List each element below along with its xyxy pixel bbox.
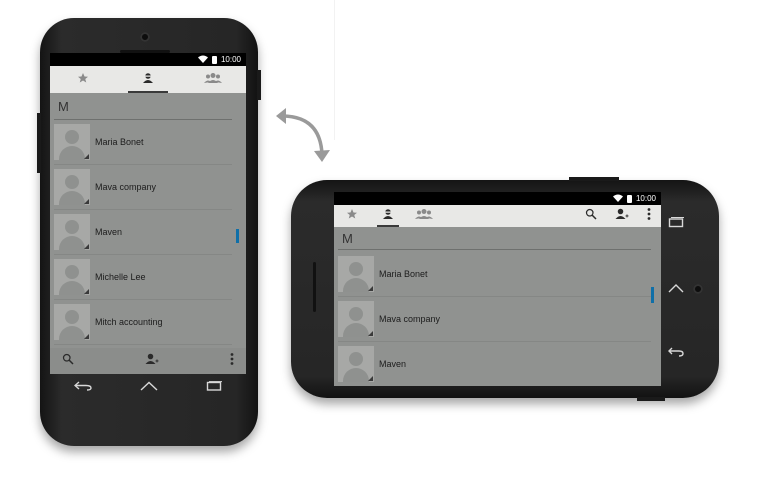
- front-camera: [693, 284, 703, 294]
- earpiece: [313, 262, 316, 312]
- rotate-arrow-icon: [276, 108, 330, 162]
- home-icon[interactable]: [140, 378, 158, 396]
- contact-list: Maria Bonet Mava company Maven: [334, 252, 661, 386]
- tab-contacts[interactable]: [370, 205, 406, 227]
- navigation-bar-landscape: [661, 192, 691, 386]
- avatar: [338, 256, 374, 292]
- group-icon: [204, 71, 223, 89]
- section-divider: [338, 249, 651, 250]
- avatar: [338, 346, 374, 382]
- section-header: M: [334, 227, 661, 249]
- list-item[interactable]: Maven: [54, 210, 232, 255]
- tab-favorites[interactable]: [50, 66, 115, 93]
- person-icon: [142, 71, 154, 89]
- tab-groups[interactable]: [181, 66, 246, 93]
- contact-name: Maria Bonet: [379, 269, 428, 279]
- tab-groups[interactable]: [406, 205, 442, 227]
- tab-favorites[interactable]: [334, 205, 370, 227]
- section-header: M: [50, 93, 246, 119]
- phone-landscape: 10:00 M Maria Bonet Mava company Maven: [291, 177, 719, 401]
- wifi-icon: [197, 55, 208, 65]
- contacts-tab-bar: [334, 205, 661, 227]
- bottom-action-bar: [50, 348, 246, 374]
- avatar: [54, 169, 90, 205]
- contact-name: Maven: [95, 227, 123, 237]
- contact-list: Maria Bonet Mava company Maven Michelle …: [50, 120, 246, 345]
- contact-name: Michelle Lee: [95, 272, 146, 282]
- search-icon[interactable]: [62, 352, 74, 370]
- section-letter: M: [58, 98, 69, 114]
- front-camera: [140, 32, 150, 42]
- avatar: [54, 214, 90, 250]
- section-letter: M: [342, 230, 353, 246]
- overflow-menu-icon[interactable]: [647, 207, 651, 225]
- contact-name: Maria Bonet: [95, 137, 144, 147]
- battery-icon: [626, 194, 632, 203]
- add-contact-icon[interactable]: [615, 207, 629, 225]
- avatar: [338, 301, 374, 337]
- list-item[interactable]: Mava company: [338, 297, 651, 342]
- phone-portrait: 10:00 M Maria Bonet Mava company Maven M…: [37, 18, 261, 446]
- avatar: [54, 124, 90, 160]
- add-contact-icon[interactable]: [145, 352, 159, 370]
- list-item[interactable]: Michelle Lee: [54, 255, 232, 300]
- star-icon: [346, 207, 358, 225]
- person-icon: [382, 207, 394, 225]
- status-bar: 10:00: [334, 192, 661, 205]
- avatar: [54, 304, 90, 340]
- power-button: [637, 397, 665, 401]
- contact-name: Maven: [379, 359, 407, 369]
- status-time: 10:00: [220, 55, 241, 64]
- back-icon[interactable]: [668, 345, 684, 363]
- list-item[interactable]: Maria Bonet: [338, 252, 651, 297]
- volume-button: [569, 177, 619, 181]
- battery-icon: [211, 55, 217, 64]
- contact-name: Mava company: [379, 314, 441, 324]
- contact-name: Mitch accounting: [95, 317, 163, 327]
- contact-name: Mava company: [95, 182, 157, 192]
- screen-portrait: 10:00 M Maria Bonet Mava company Maven M…: [50, 53, 246, 374]
- list-item[interactable]: Maven: [338, 342, 651, 386]
- search-icon[interactable]: [585, 207, 597, 225]
- group-icon: [415, 207, 433, 225]
- list-item[interactable]: Mitch accounting: [54, 300, 232, 345]
- status-bar: 10:00: [50, 53, 246, 66]
- avatar: [54, 259, 90, 295]
- tab-contacts[interactable]: [115, 66, 180, 93]
- home-icon[interactable]: [668, 280, 684, 298]
- status-time: 10:00: [635, 194, 656, 203]
- star-icon: [77, 71, 89, 89]
- overflow-menu-icon[interactable]: [230, 352, 234, 370]
- list-item[interactable]: Maria Bonet: [54, 120, 232, 165]
- screen-landscape: 10:00 M Maria Bonet Mava company Maven: [334, 192, 661, 386]
- navigation-bar-portrait: [50, 374, 246, 400]
- volume-button: [37, 113, 41, 173]
- scroll-indicator[interactable]: [651, 287, 654, 303]
- scroll-indicator[interactable]: [236, 229, 239, 243]
- contacts-tab-bar: [50, 66, 246, 93]
- power-button: [257, 70, 261, 100]
- recents-icon[interactable]: [668, 215, 684, 233]
- recents-icon[interactable]: [206, 378, 222, 396]
- list-item[interactable]: Mava company: [54, 165, 232, 210]
- wifi-icon: [612, 194, 623, 204]
- back-icon[interactable]: [73, 378, 92, 396]
